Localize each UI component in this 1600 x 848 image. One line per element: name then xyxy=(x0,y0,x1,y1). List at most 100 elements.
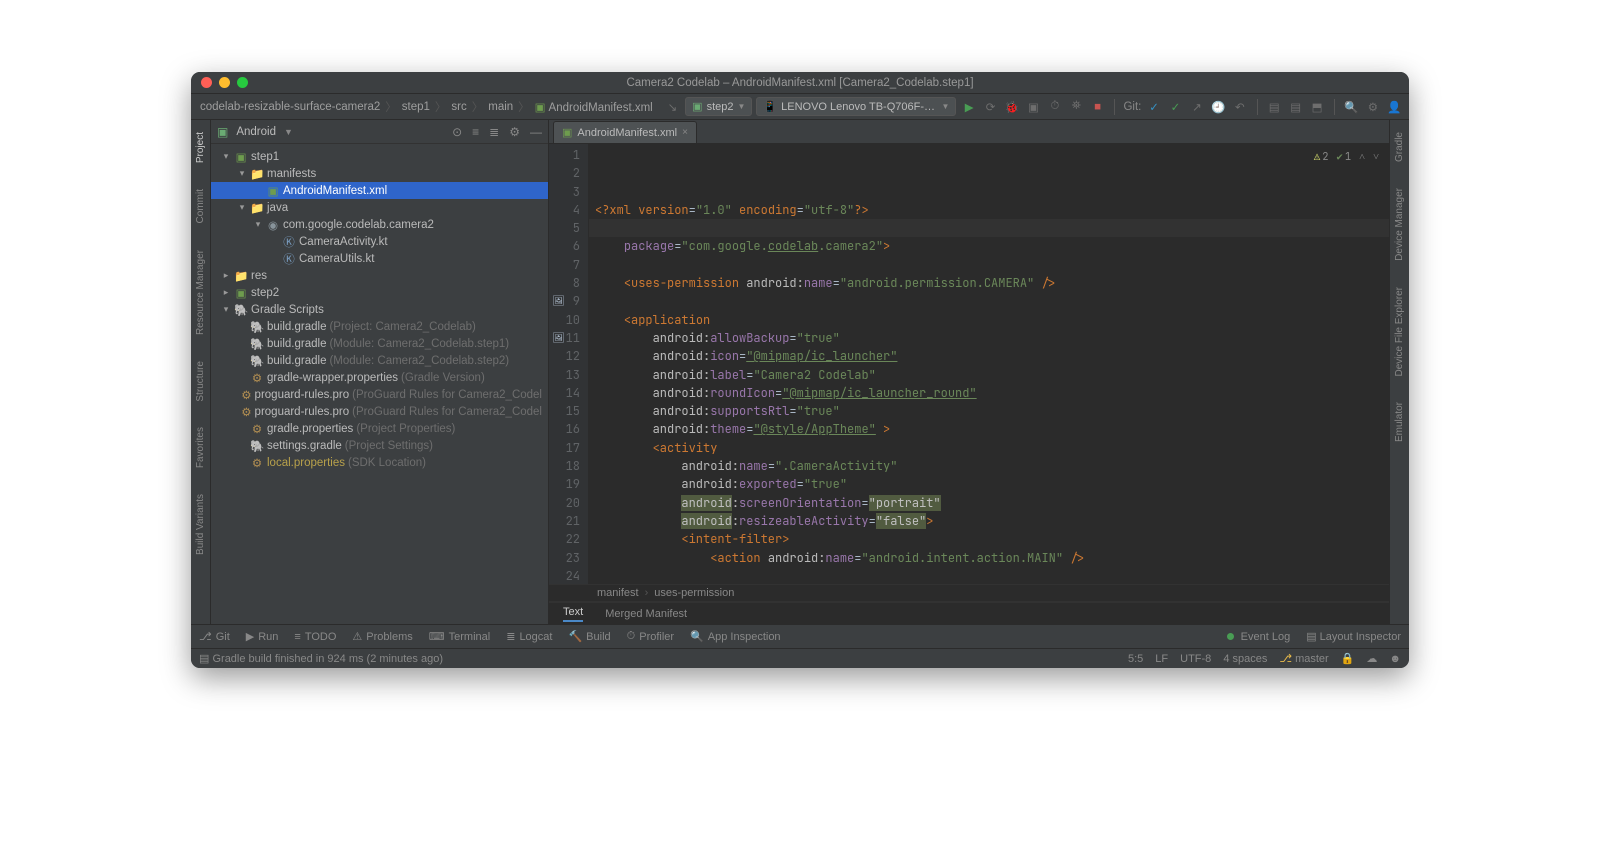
tool-emulator[interactable]: Emulator xyxy=(1394,402,1405,442)
run-config-select[interactable]: ▣ step2 ▼ xyxy=(685,97,752,116)
toolwindow-logcat[interactable]: ≣ Logcat xyxy=(506,630,552,643)
editor-tab-androidmanifest[interactable]: ▣ AndroidManifest.xml × xyxy=(553,121,697,143)
breadcrumb-item[interactable]: codelab-resizable-surface-camera2 xyxy=(197,100,383,114)
tree-node-build-gradle[interactable]: 🐘build.gradle (Project: Camera2_Codelab) xyxy=(211,318,548,335)
tool-device-manager[interactable]: Device Manager xyxy=(1394,188,1405,261)
code-line[interactable]: <application xyxy=(595,311,1389,329)
code-line[interactable]: android:resizeableActivity="false"> xyxy=(595,512,1389,530)
toolwindow-todo[interactable]: ≡ TODO xyxy=(294,631,336,643)
resource-manager-button[interactable]: ⬒ xyxy=(1308,98,1325,116)
breadcrumb-item[interactable]: step1 xyxy=(399,100,433,114)
vcs-push-button[interactable]: ↗ xyxy=(1188,98,1205,116)
tree-node-gradle-wrapper-properties[interactable]: ⚙gradle-wrapper.properties (Gradle Versi… xyxy=(211,369,548,386)
tree-node-res[interactable]: ▸📁res xyxy=(211,267,548,284)
code-line[interactable] xyxy=(595,567,1389,584)
breadcrumb-item[interactable]: main xyxy=(485,100,516,114)
toolwindow-app-inspection[interactable]: 🔍 App Inspection xyxy=(690,630,780,643)
tree-node-com-google-codelab-camera2[interactable]: ▾◉com.google.codelab.camera2 xyxy=(211,216,548,233)
project-panel-header[interactable]: ▣ Android ▼ ⊙ ≡ ≣ ⚙ — xyxy=(211,120,548,144)
account-icon[interactable]: 👤 xyxy=(1386,98,1403,116)
toolwindow-event-log[interactable]: Event Log xyxy=(1227,631,1291,643)
toolwindow-build[interactable]: 🔨 Build xyxy=(568,630,610,643)
breadcrumb-item[interactable]: src xyxy=(448,100,469,114)
stop-button[interactable]: ■ xyxy=(1089,98,1106,116)
settings-button[interactable]: ⚙ xyxy=(1364,98,1381,116)
tool-device-file-explorer[interactable]: Device File Explorer xyxy=(1394,287,1405,376)
project-tree[interactable]: ▾▣step1▾📁manifests▣AndroidManifest.xml▾📁… xyxy=(211,144,548,624)
code-line[interactable]: <activity xyxy=(595,439,1389,457)
code-line[interactable]: package="com.google.codelab.camera2"> xyxy=(595,237,1389,255)
avd-manager-button[interactable]: ▤ xyxy=(1266,98,1283,116)
tree-node-camerautils-kt[interactable]: ⓀCameraUtils.kt xyxy=(211,250,548,267)
tree-node-build-gradle[interactable]: 🐘build.gradle (Module: Camera2_Codelab.s… xyxy=(211,352,548,369)
editor-breadcrumb[interactable]: manifest › uses-permission xyxy=(549,584,1389,602)
tool-structure[interactable]: Structure xyxy=(195,361,206,402)
vcs-history-button[interactable]: 🕘 xyxy=(1210,98,1227,116)
person-icon[interactable]: ☻ xyxy=(1389,653,1401,665)
vcs-commit-button[interactable]: ✓ xyxy=(1167,98,1184,116)
editor-breadcrumb-item[interactable]: uses-permission xyxy=(654,587,734,599)
tool-resource-manager[interactable]: Resource Manager xyxy=(195,250,206,335)
tool-build-variants[interactable]: Build Variants xyxy=(195,494,206,555)
toolwindow-problems[interactable]: ⚠ Problems xyxy=(352,630,412,643)
code-line[interactable] xyxy=(595,292,1389,310)
locate-file-icon[interactable]: ⊙ xyxy=(452,125,462,139)
tool-project[interactable]: Project xyxy=(195,132,206,163)
inspection-chevron-icon[interactable]: ˅ xyxy=(1373,148,1379,166)
lock-icon[interactable]: 🔒 xyxy=(1341,652,1355,665)
toolwindow-git[interactable]: ⎇ Git xyxy=(199,630,230,643)
sync-icon[interactable]: ↘ xyxy=(664,98,681,116)
tree-node-proguard-rules-pro[interactable]: ⚙proguard-rules.pro (ProGuard Rules for … xyxy=(211,403,548,420)
code-editor[interactable]: 🖼🖼 1234567891011121314151617181920212223… xyxy=(549,144,1389,584)
toolwindow-run[interactable]: ▶ Run xyxy=(246,630,279,643)
line-separator[interactable]: LF xyxy=(1155,653,1168,665)
hide-panel-icon[interactable]: — xyxy=(530,125,542,139)
tree-node-proguard-rules-pro[interactable]: ⚙proguard-rules.pro (ProGuard Rules for … xyxy=(211,386,548,403)
tab-text[interactable]: Text xyxy=(563,606,583,622)
editor-breadcrumb-item[interactable]: manifest xyxy=(597,587,639,599)
tree-node-cameraactivity-kt[interactable]: ⓀCameraActivity.kt xyxy=(211,233,548,250)
tree-node-manifests[interactable]: ▾📁manifests xyxy=(211,165,548,182)
tree-node-androidmanifest-xml[interactable]: ▣AndroidManifest.xml xyxy=(211,182,548,199)
gutter-image-icon[interactable]: 🖼 xyxy=(551,329,565,343)
profile-button[interactable]: ⏱ xyxy=(1046,98,1063,116)
code-line[interactable]: android:screenOrientation="portrait" xyxy=(595,494,1389,512)
code-line[interactable] xyxy=(595,256,1389,274)
device-select[interactable]: 📱 LENOVO Lenovo TB-Q706F-DPP ▼ xyxy=(756,97,956,116)
attach-debugger-button[interactable]: ⛯ xyxy=(1068,98,1085,116)
vcs-update-button[interactable]: ✓ xyxy=(1145,98,1162,116)
tree-node-local-properties[interactable]: ⚙local.properties (SDK Location) xyxy=(211,454,548,471)
code-line[interactable]: <intent-filter> xyxy=(595,530,1389,548)
tree-node-step1[interactable]: ▾▣step1 xyxy=(211,148,548,165)
toolwindow-layout-inspector[interactable]: ▤ Layout Inspector xyxy=(1306,630,1401,643)
tree-node-gradle-properties[interactable]: ⚙gradle.properties (Project Properties) xyxy=(211,420,548,437)
toolwindow-profiler[interactable]: ⏱ Profiler xyxy=(627,630,674,643)
memory-indicator[interactable]: ☁ xyxy=(1366,652,1377,665)
debug-button[interactable]: 🐞 xyxy=(1003,98,1020,116)
panel-settings-icon[interactable]: ⚙ xyxy=(509,125,520,139)
code-line[interactable]: android:icon="@mipmap/ic_launcher" xyxy=(595,347,1389,365)
sdk-manager-button[interactable]: ▤ xyxy=(1287,98,1304,116)
tool-favorites[interactable]: Favorites xyxy=(195,427,206,468)
coverage-button[interactable]: ▣ xyxy=(1025,98,1042,116)
run-button[interactable]: ▶ xyxy=(960,98,977,116)
close-tab-icon[interactable]: × xyxy=(682,127,688,138)
code-line[interactable]: android:theme="@style/AppTheme" > xyxy=(595,420,1389,438)
code-line[interactable]: android:name=".CameraActivity" xyxy=(595,457,1389,475)
gutter-image-icon[interactable]: 🖼 xyxy=(551,292,565,306)
code-line[interactable]: android:supportsRtl="true" xyxy=(595,402,1389,420)
code-line[interactable]: android:label="Camera2 Codelab" xyxy=(595,366,1389,384)
code-line[interactable]: android:roundIcon="@mipmap/ic_launcher_r… xyxy=(595,384,1389,402)
indent-setting[interactable]: 4 spaces xyxy=(1223,653,1267,665)
warnings-indicator[interactable]: ⚠2 xyxy=(1314,148,1329,166)
code-line[interactable]: android:exported="true" xyxy=(595,475,1389,493)
expand-all-icon[interactable]: ≡ xyxy=(472,125,479,139)
apply-changes-button[interactable]: ⟳ xyxy=(982,98,999,116)
search-everywhere-button[interactable]: 🔍 xyxy=(1343,98,1360,116)
inspection-chevron-icon[interactable]: ˄ xyxy=(1359,148,1365,166)
code-line[interactable]: <?xml version="1.0" encoding="utf-8"?> xyxy=(595,201,1389,219)
caret-position[interactable]: 5:5 xyxy=(1128,653,1143,665)
tool-commit[interactable]: Commit xyxy=(195,189,206,223)
weak-warnings-indicator[interactable]: ✔1 xyxy=(1337,148,1352,166)
code-line[interactable]: android:allowBackup="true" xyxy=(595,329,1389,347)
